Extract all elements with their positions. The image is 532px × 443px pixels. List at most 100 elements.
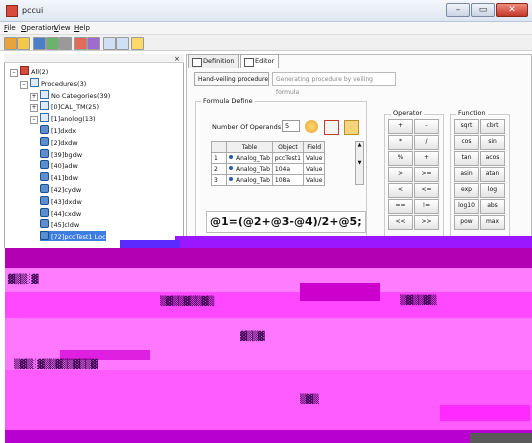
menu-file[interactable]: File: [4, 24, 16, 32]
tree-item[interactable]: [43]dxdw: [40, 195, 82, 206]
operator-button[interactable]: !=: [414, 199, 439, 214]
tab-definition[interactable]: Definition: [188, 54, 240, 68]
tree-item[interactable]: [72]pccTest1 Loc: [40, 231, 106, 242]
glitch-artifact: ▒▓▒▒▓▒▒▓▒: [160, 297, 214, 307]
formula-define-title: Formula Define: [201, 97, 255, 105]
operator-button[interactable]: >=: [414, 167, 439, 182]
function-button[interactable]: asin: [454, 167, 479, 182]
function-button[interactable]: cbrt: [480, 119, 505, 134]
operands-table[interactable]: Table Object Field 1 Analog_Tab pccTest1…: [211, 141, 326, 186]
formula-icon: [40, 195, 49, 205]
close-button[interactable]: ✕: [496, 3, 528, 17]
table-row[interactable]: 3 Analog_Tab 108a Value: [211, 174, 326, 186]
expand-icon[interactable]: +: [30, 92, 38, 101]
tree-item[interactable]: – [1]anolog(13): [30, 113, 96, 125]
tree-item[interactable]: + [0]CAL_TM(25): [30, 101, 99, 113]
function-button[interactable]: acos: [480, 151, 505, 166]
operator-button[interactable]: <: [388, 183, 413, 198]
formula-icon: [40, 219, 49, 229]
formula-editor[interactable]: @1=(@2+@3-@4)/2+@5;: [206, 211, 366, 233]
table-scrollbar[interactable]: ▲ ▼: [355, 141, 364, 185]
tab-editor[interactable]: Editor: [240, 54, 280, 68]
function-button[interactable]: max: [480, 215, 505, 230]
collapse-icon[interactable]: –: [20, 80, 28, 89]
tree-item[interactable]: – Procedures(3): [20, 77, 87, 89]
tree-item[interactable]: – All(2): [10, 66, 48, 77]
formula-icon: [40, 136, 49, 146]
remove-icon[interactable]: [344, 120, 359, 135]
tree-item[interactable]: [41]bdw: [40, 172, 78, 182]
function-button[interactable]: atan: [480, 167, 505, 182]
tree-item[interactable]: [39]bgdw: [40, 148, 83, 159]
collapse-icon[interactable]: –: [30, 116, 38, 125]
table-row[interactable]: 1 Analog_Tab pccTest1 Value: [211, 152, 326, 164]
minimize-button[interactable]: –: [446, 3, 470, 17]
editor-icon: [244, 58, 254, 67]
view-detail-icon[interactable]: [116, 37, 129, 50]
function-button[interactable]: tan: [454, 151, 479, 166]
menu-operation[interactable]: Operation: [21, 24, 56, 32]
glitch-band: [120, 240, 180, 248]
tree-item-label: [1]dxdx: [51, 127, 77, 135]
hand-veiling-button[interactable]: Hand-veiling procedure: [194, 72, 269, 86]
formula-icon: [40, 125, 49, 134]
clear-icon[interactable]: [324, 120, 339, 135]
tree-item-label: Procedures(3): [41, 79, 87, 88]
operator-button[interactable]: -: [414, 119, 439, 134]
function-button[interactable]: log: [480, 183, 505, 198]
maximize-button[interactable]: ▭: [471, 3, 495, 17]
tree-item[interactable]: + No Categories(39): [30, 89, 111, 101]
menu-help[interactable]: Help: [74, 24, 90, 32]
glitch-band: [175, 236, 532, 248]
operator-button[interactable]: +: [388, 119, 413, 134]
undo-icon[interactable]: [59, 37, 72, 50]
tree-item[interactable]: [42]cydw: [40, 184, 81, 194]
row-marker-icon: [229, 165, 233, 170]
operator-button[interactable]: <=: [414, 183, 439, 198]
tree-item-label: [2]dxdw: [51, 138, 78, 147]
operator-button[interactable]: *: [388, 135, 413, 150]
operator-button[interactable]: >>: [414, 215, 439, 230]
open-folder-icon[interactable]: [17, 37, 30, 50]
tree-item-label: No Categories(39): [51, 91, 111, 100]
operator-button[interactable]: %: [388, 151, 413, 166]
settings-icon[interactable]: [87, 37, 100, 50]
tree-item[interactable]: [45]cldw: [40, 219, 79, 229]
operator-button[interactable]: +: [414, 151, 439, 166]
tree-item[interactable]: [1]dxdx: [40, 125, 76, 135]
collapse-icon[interactable]: –: [10, 69, 18, 77]
function-button[interactable]: sin: [480, 135, 505, 150]
table-row[interactable]: 2 Analog_Tab 104a Value: [211, 163, 326, 175]
save-icon[interactable]: [33, 37, 46, 50]
operator-button[interactable]: ==: [388, 199, 413, 214]
operator-button[interactable]: <<: [388, 215, 413, 230]
tree-item[interactable]: [2]dxdw: [40, 136, 78, 147]
operator-button[interactable]: /: [414, 135, 439, 150]
function-button[interactable]: exp: [454, 183, 479, 198]
operator-button[interactable]: >: [388, 167, 413, 182]
formula-icon: [40, 172, 49, 182]
function-button[interactable]: cos: [454, 135, 479, 150]
hand-veiling-input[interactable]: Generating procedure by veiling formula: [272, 72, 396, 96]
function-button[interactable]: pow: [454, 215, 479, 230]
run-icon[interactable]: [131, 37, 144, 50]
view-list-icon[interactable]: [103, 37, 116, 50]
tree-item[interactable]: [40]adw: [40, 160, 78, 170]
apply-icon[interactable]: [305, 120, 318, 133]
row-marker-icon: [229, 154, 233, 159]
delete-icon[interactable]: [74, 37, 87, 50]
tree-item[interactable]: [44]cxdw: [40, 207, 81, 218]
tree-item-label: [39]bgdw: [51, 150, 83, 159]
new-procedure-icon[interactable]: [4, 37, 17, 50]
menu-view[interactable]: View: [54, 24, 71, 32]
insert-icon[interactable]: [46, 37, 59, 50]
function-button[interactable]: sqrt: [454, 119, 479, 134]
num-operands-input[interactable]: 5: [282, 120, 300, 132]
tree-item-label: [45]cldw: [51, 221, 80, 230]
function-button[interactable]: log10: [454, 199, 479, 214]
function-button[interactable]: abs: [480, 199, 505, 214]
tree-close-icon[interactable]: ×: [174, 55, 180, 63]
formula-icon: [40, 160, 49, 170]
glitch-artifact: ▒▓▒░▓▒▒▓▒▒▓▒▒▓: [14, 360, 98, 370]
expand-icon[interactable]: +: [30, 104, 38, 113]
